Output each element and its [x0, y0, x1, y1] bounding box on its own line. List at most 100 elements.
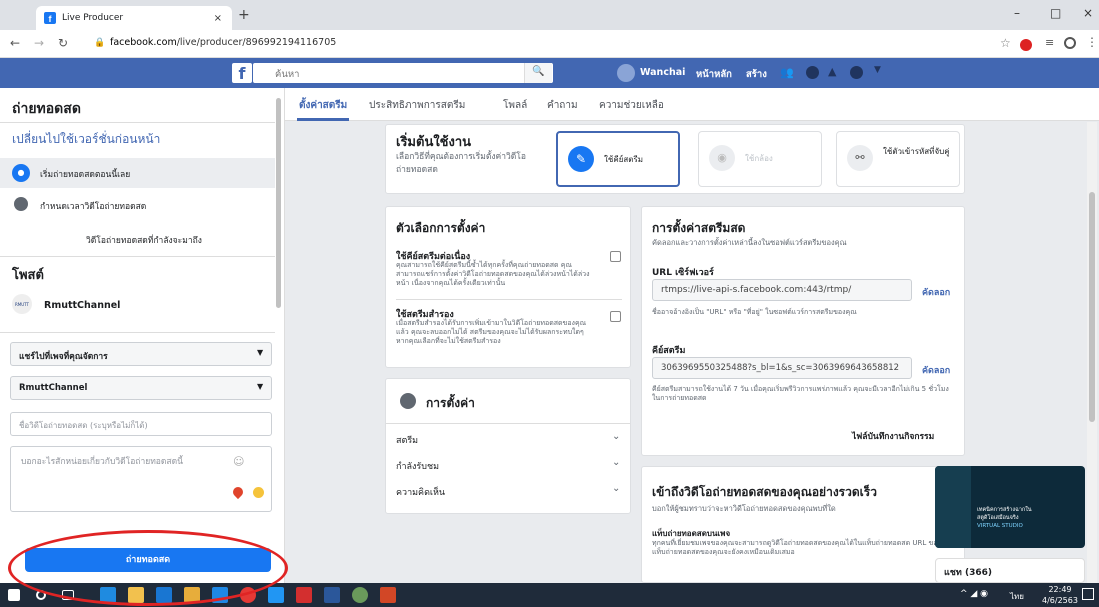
- windows-start-icon[interactable]: [8, 589, 20, 601]
- star-icon[interactable]: ☆: [1000, 36, 1011, 50]
- video-overlay-line2: สตูดิโอเสมือนจริง: [977, 515, 1019, 521]
- tab-help[interactable]: ความช่วยเหลือ: [599, 98, 664, 113]
- settings-row-label: ความคิดเห็น: [396, 488, 446, 498]
- close-window-button[interactable]: ×: [1083, 6, 1093, 20]
- tab-stream-setup[interactable]: ตั้งค่าสตรีม: [299, 98, 347, 113]
- video-thumbnail-strip: [935, 466, 971, 548]
- nav-user-name[interactable]: Wanchai: [640, 67, 685, 78]
- word-icon[interactable]: [324, 587, 340, 603]
- nav-home[interactable]: หน้าหลัก: [696, 67, 732, 82]
- feeling-icon[interactable]: [253, 487, 264, 498]
- lock-icon: 🔒: [94, 38, 106, 48]
- new-tab-button[interactable]: +: [238, 7, 250, 23]
- location-pin-icon[interactable]: [230, 484, 246, 500]
- reading-list-icon[interactable]: ≡: [1045, 36, 1054, 49]
- live-stream-setup-card: การตั้งค่าสตรีมสด คัดลอกและวางการตั้งค่า…: [641, 206, 965, 456]
- emoji-icon[interactable]: ☺: [233, 455, 244, 468]
- app-icon[interactable]: [268, 587, 284, 603]
- menu-kebab-icon[interactable]: ⋮: [1086, 35, 1098, 49]
- sidebar-item-upcoming[interactable]: วิดีโอถ่ายทอดสดที่กำลังจะมาถึง: [0, 226, 275, 252]
- extension-icon[interactable]: [1020, 39, 1032, 51]
- notifications-icon[interactable]: ▲: [828, 65, 836, 78]
- event-log-button[interactable]: ไฟล์บันทึกงานกิจกรรม: [852, 429, 934, 443]
- scrollbar-thumb[interactable]: [1089, 192, 1095, 422]
- video-overlay-line3: VIRTUAL STUDIO: [977, 523, 1023, 529]
- quick-access-subtitle: บอกให้ผู้ชมทราบว่าจะหาวิดีโอถ่ายทอดสดของ…: [652, 504, 836, 513]
- nav-create[interactable]: สร้าง: [746, 67, 767, 82]
- settings-row-stream[interactable]: สตรีม ⌄: [386, 425, 630, 451]
- link-icon: ⚯: [847, 145, 873, 171]
- video-camera-icon: ●: [12, 164, 30, 182]
- chat-panel[interactable]: แชท (366): [935, 558, 1085, 583]
- minimize-button[interactable]: –: [1014, 6, 1020, 20]
- acrobat-icon[interactable]: [296, 587, 312, 603]
- stream-key-field[interactable]: 3063969550325488?s_bl=1&s_sc=30639696436…: [652, 357, 912, 379]
- server-url-hint: ชื่ออาจอ้างอิงเป็น "URL" หรือ "ที่อยู่" …: [652, 308, 857, 316]
- tab-polls[interactable]: โพลล์: [503, 98, 527, 113]
- copy-stream-key-button[interactable]: คัดลอก: [922, 363, 950, 377]
- page-avatar: RMUTT: [12, 294, 32, 314]
- backup-stream-checkbox[interactable]: [610, 311, 621, 322]
- option-camera[interactable]: ◉ ใช้กล้อง: [698, 131, 822, 187]
- server-url-field[interactable]: rtmps://live-api-s.facebook.com:443/rtmp…: [652, 279, 912, 301]
- chevron-down-icon: ⌄: [612, 483, 621, 494]
- chevron-down-icon: ▼: [257, 348, 264, 357]
- clock[interactable]: 22:49 4/6/2563: [1042, 584, 1078, 606]
- sidebar-item-schedule[interactable]: กำหนดเวลาวิดีโอถ่ายทอดสด: [0, 192, 275, 218]
- forward-icon[interactable]: →: [34, 36, 44, 50]
- clock-date: 4/6/2563: [1042, 596, 1078, 605]
- profile-icon[interactable]: [1064, 37, 1076, 49]
- avatar[interactable]: [617, 64, 635, 82]
- main-content: ตั้งค่าสตรีม ประสิทธิภาพการสตรีม โพลล์ ค…: [285, 88, 1099, 583]
- video-title-input[interactable]: ชื่อวิดีโอถ่ายทอดสด (ระบุหรือไม่ก็ได้): [10, 412, 272, 436]
- floating-video-thumbnail[interactable]: เทคนิคการสร้างฉากใน สตูดิโอเสมือนจริง VI…: [935, 466, 1085, 548]
- option-label: ใช้กล้อง: [745, 154, 773, 163]
- account-menu-icon[interactable]: ▼: [874, 65, 881, 75]
- option-label: ใช้ตัวเข้ารหัสที่จับคู่: [883, 147, 950, 156]
- page-select[interactable]: RmuttChannel ▼: [10, 376, 272, 400]
- page-select-value: RmuttChannel: [19, 383, 88, 393]
- language-indicator[interactable]: ไทย: [1010, 590, 1024, 603]
- settings-row-viewing[interactable]: กำลังรับชม ⌄: [386, 451, 630, 477]
- notifications-center-icon[interactable]: [1082, 588, 1094, 600]
- gear-icon: [400, 393, 416, 409]
- main-scrollbar[interactable]: [1087, 122, 1097, 583]
- option-paired-encoder[interactable]: ⚯ ใช้ตัวเข้ารหัสที่จับคู่: [836, 131, 960, 187]
- switch-version-link[interactable]: เปลี่ยนไปใช้เวอร์ชั่นก่อนหน้า: [12, 130, 160, 149]
- reload-icon[interactable]: ↻: [58, 36, 68, 50]
- friends-icon[interactable]: 👥: [780, 66, 794, 79]
- persistent-key-checkbox[interactable]: [610, 251, 621, 262]
- browser-tab[interactable]: f Live Producer ×: [36, 6, 232, 30]
- description-textarea[interactable]: บอกอะไรสักหน่อยเกี่ยวกับวิดีโอถ่ายทอดสดน…: [10, 446, 272, 512]
- messenger-icon[interactable]: [806, 66, 819, 79]
- settings-row-comments[interactable]: ความคิดเห็น ⌄: [386, 477, 630, 503]
- facebook-logo-icon[interactable]: f: [232, 63, 252, 83]
- clock-icon: [14, 197, 28, 211]
- tab-questions[interactable]: คำถาม: [547, 98, 578, 113]
- facebook-top-bar: f ค้นหา 🔍 Wanchai หน้าหลัก สร้าง 👥 ▲ ▼: [0, 58, 1099, 88]
- app-icon[interactable]: [352, 587, 368, 603]
- share-target-select[interactable]: แชร์ไปที่เพจที่คุณจัดการ ▼: [10, 342, 272, 366]
- url-field[interactable]: facebook.com/live/producer/8969921941167…: [110, 37, 336, 48]
- restore-button[interactable]: □: [1050, 6, 1061, 20]
- quick-access-card: เข้าถึงวิดีโอถ่ายทอดสดของคุณอย่างรวดเร็ว…: [641, 466, 965, 583]
- description-placeholder: บอกอะไรสักหน่อยเกี่ยวกับวิดีโอถ่ายทอดสดน…: [21, 457, 183, 467]
- search-icon[interactable]: 🔍: [524, 63, 552, 83]
- page-title: ถ่ายทอดสด: [12, 101, 81, 117]
- tab-close-icon[interactable]: ×: [214, 13, 222, 24]
- system-tray-icons[interactable]: ^ ◢ ◉: [960, 589, 988, 599]
- sidebar-item-go-live-now[interactable]: ● เริ่มถ่ายทอดสดตอนนี้เลย: [0, 158, 275, 188]
- sidebar-scrollbar[interactable]: [276, 98, 281, 308]
- option-stream-key[interactable]: ✎ ใช้คีย์สตรีม: [556, 131, 680, 187]
- powerpoint-icon[interactable]: [380, 587, 396, 603]
- settings-row-label: กำลังรับชม: [396, 462, 440, 472]
- help-icon[interactable]: [850, 66, 863, 79]
- tab-stream-health[interactable]: ประสิทธิภาพการสตรีม: [369, 98, 465, 113]
- camera-icon: ◉: [709, 145, 735, 171]
- address-bar-row: ← → ↻ 🔒 facebook.com/live/producer/89699…: [0, 30, 1099, 58]
- back-icon[interactable]: ←: [10, 36, 20, 50]
- copy-server-url-button[interactable]: คัดลอก: [922, 285, 950, 299]
- quick-access-title: เข้าถึงวิดีโอถ่ายทอดสดของคุณอย่างรวดเร็ว: [652, 485, 877, 499]
- option-label: ใช้คีย์สตรีม: [604, 155, 644, 164]
- search-input[interactable]: ค้นหา: [253, 63, 553, 83]
